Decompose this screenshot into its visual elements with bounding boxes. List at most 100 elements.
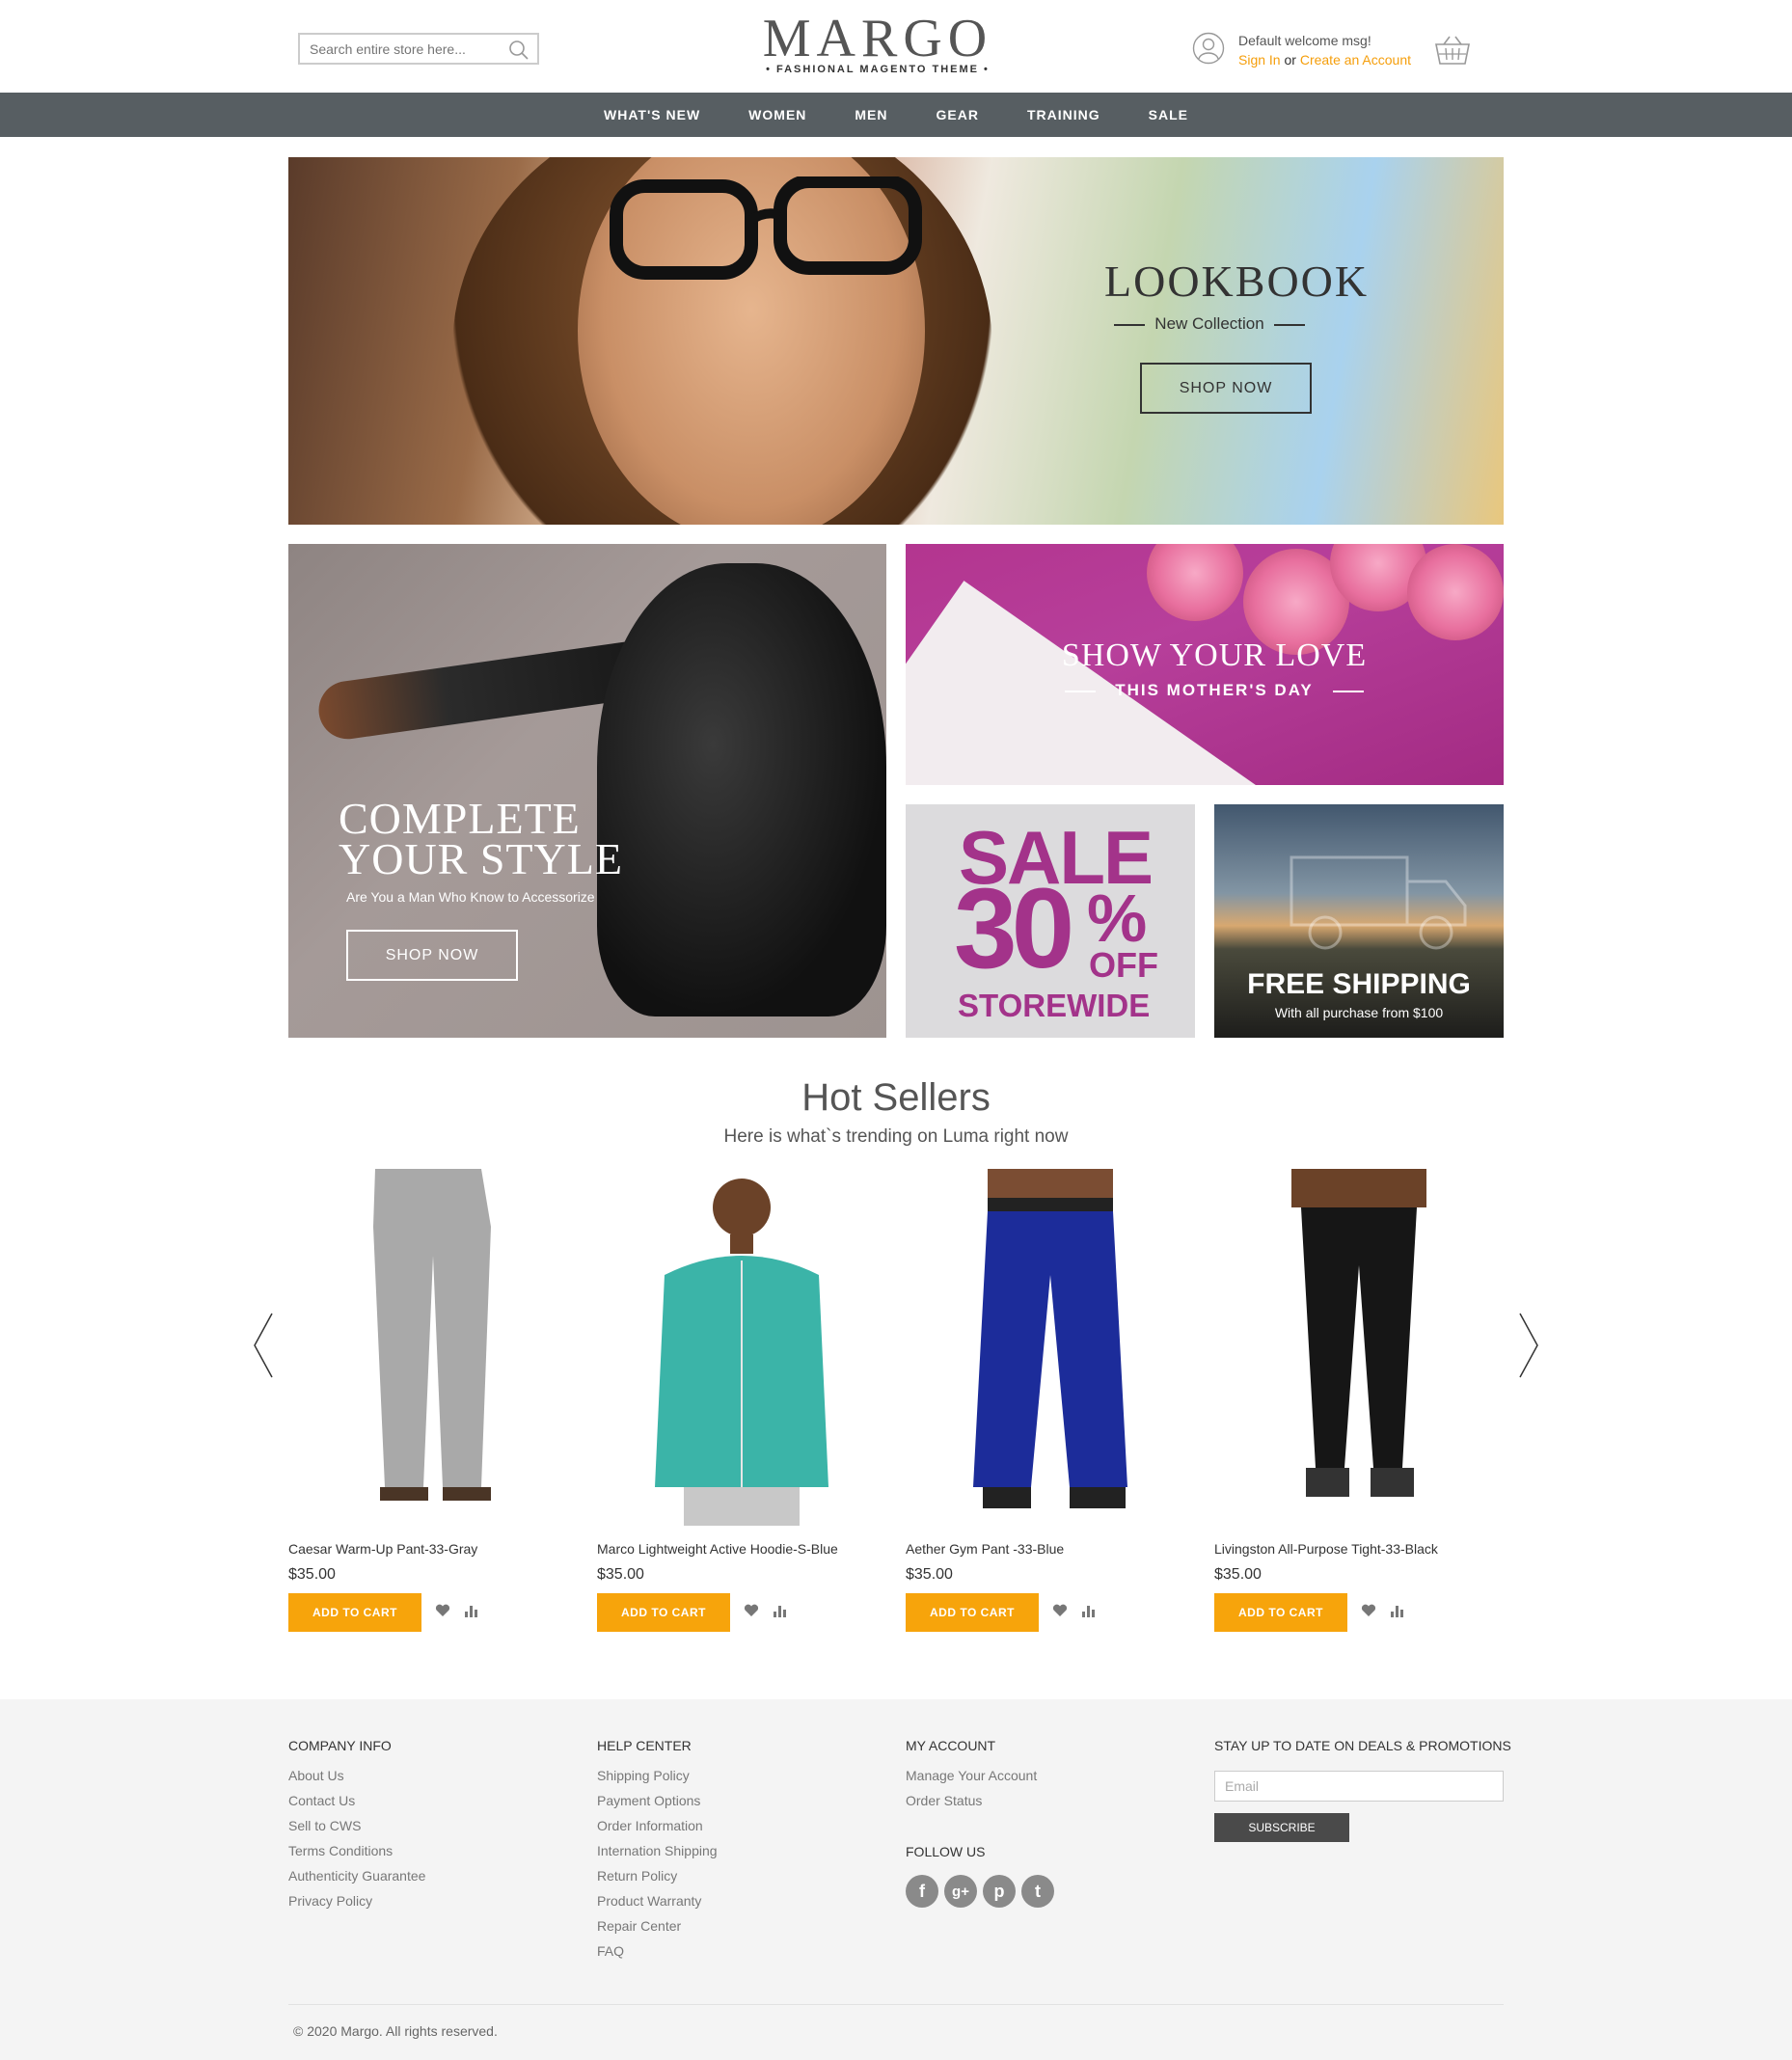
newsletter-heading: STAY UP TO DATE ON DEALS & PROMOTIONS: [1214, 1738, 1511, 1753]
add-to-cart-button[interactable]: ADD TO CART: [1214, 1593, 1347, 1632]
facebook-icon[interactable]: f: [906, 1875, 938, 1908]
product-card: Caesar Warm-Up Pant-33-Gray $35.00 ADD T…: [288, 1169, 578, 1632]
or-text: or: [1284, 52, 1296, 68]
product-price: $35.00: [1214, 1566, 1262, 1583]
product-image[interactable]: [288, 1169, 578, 1526]
wishlist-heart-icon[interactable]: [435, 1604, 450, 1622]
sale-off: OFF: [1089, 945, 1158, 985]
sign-in-link[interactable]: Sign In: [1238, 52, 1281, 68]
footer-heading: MY ACCOUNT: [906, 1738, 996, 1753]
footer-link-warranty[interactable]: Product Warranty: [597, 1888, 718, 1913]
hero-image-glasses: [610, 176, 922, 280]
compare-icon[interactable]: [1081, 1604, 1097, 1622]
footer-link-order-status[interactable]: Order Status: [906, 1788, 1037, 1813]
style-banner[interactable]: COMPLETE YOUR STYLE Are You a Man Who Kno…: [288, 544, 886, 1038]
footer-link-payment[interactable]: Payment Options: [597, 1788, 718, 1813]
compare-icon[interactable]: [1390, 1604, 1405, 1622]
product-price: $35.00: [906, 1566, 953, 1583]
twitter-icon[interactable]: t: [1021, 1875, 1054, 1908]
search-box[interactable]: [298, 33, 539, 65]
product-price: $35.00: [288, 1566, 336, 1583]
product-image[interactable]: [597, 1169, 886, 1526]
product-name[interactable]: Caesar Warm-Up Pant-33-Gray: [288, 1541, 578, 1557]
footer-company-info: COMPANY INFO About Us Contact Us Sell to…: [288, 1738, 425, 1913]
mothers-day-banner[interactable]: SHOW YOUR LOVE THIS MOTHER'S DAY: [906, 544, 1504, 785]
footer-link-sell[interactable]: Sell to CWS: [288, 1813, 425, 1838]
footer-link-shipping-policy[interactable]: Shipping Policy: [597, 1763, 718, 1788]
footer-link-faq[interactable]: FAQ: [597, 1938, 718, 1964]
subscribe-button[interactable]: SUBSCRIBE: [1214, 1813, 1349, 1842]
mothers-day-subtitle: THIS MOTHER'S DAY: [1050, 681, 1378, 700]
main-nav: WHAT'S NEW WOMEN MEN GEAR TRAINING SALE: [0, 93, 1792, 137]
pinterest-icon[interactable]: p: [983, 1875, 1016, 1908]
footer-help-center: HELP CENTER Shipping Policy Payment Opti…: [597, 1738, 718, 1964]
nav-item-gear[interactable]: GEAR: [937, 107, 979, 122]
account-area: Default welcome msg! Sign In or Create a…: [1192, 31, 1411, 69]
user-icon[interactable]: [1192, 32, 1225, 69]
product-price: $35.00: [597, 1566, 644, 1583]
free-shipping-banner[interactable]: FREE SHIPPING With all purchase from $10…: [1214, 804, 1504, 1038]
footer-heading: HELP CENTER: [597, 1738, 692, 1753]
sale-line3: STOREWIDE: [958, 988, 1151, 1023]
hero-title: LOOKBOOK: [1104, 257, 1370, 306]
style-shop-now-button[interactable]: SHOP NOW: [346, 930, 518, 981]
hero-subtitle: New Collection: [1114, 314, 1305, 334]
rose-image: [1407, 544, 1504, 640]
nav-item-sale[interactable]: SALE: [1149, 107, 1188, 122]
cart-icon[interactable]: [1434, 35, 1471, 70]
footer-link-privacy[interactable]: Privacy Policy: [288, 1888, 425, 1913]
footer-link-manage-account[interactable]: Manage Your Account: [906, 1763, 1037, 1788]
footer-link-intl-shipping[interactable]: Internation Shipping: [597, 1838, 718, 1863]
footer-link-return[interactable]: Return Policy: [597, 1863, 718, 1888]
nav-item-women[interactable]: WOMEN: [748, 107, 806, 122]
compare-icon[interactable]: [464, 1604, 479, 1622]
hero-shop-now-button[interactable]: SHOP NOW: [1140, 363, 1312, 414]
product-card: Aether Gym Pant -33-Blue $35.00 ADD TO C…: [906, 1169, 1195, 1632]
add-to-cart-button[interactable]: ADD TO CART: [906, 1593, 1039, 1632]
nav-item-training[interactable]: TRAINING: [1027, 107, 1100, 122]
free-shipping-subtitle: With all purchase from $100: [1274, 1005, 1444, 1020]
newsletter-email-input[interactable]: Email: [1214, 1771, 1504, 1802]
rose-image: [1147, 544, 1243, 621]
compare-icon[interactable]: [773, 1604, 788, 1622]
add-to-cart-button[interactable]: ADD TO CART: [597, 1593, 730, 1632]
footer-link-terms[interactable]: Terms Conditions: [288, 1838, 425, 1863]
product-name[interactable]: Livingston All-Purpose Tight-33-Black: [1214, 1541, 1504, 1557]
footer-heading: COMPANY INFO: [288, 1738, 392, 1753]
logo-subtitle: • FASHIONAL MAGENTO THEME •: [766, 64, 990, 75]
sale-line2: 30: [954, 865, 1074, 992]
sale-banner[interactable]: SALE 30 % OFF STOREWIDE: [906, 804, 1195, 1038]
footer-link-contact[interactable]: Contact Us: [288, 1788, 425, 1813]
search-input[interactable]: [310, 41, 502, 57]
create-account-link[interactable]: Create an Account: [1300, 52, 1411, 68]
google-plus-icon[interactable]: g+: [944, 1875, 977, 1908]
footer-link-authenticity[interactable]: Authenticity Guarantee: [288, 1863, 425, 1888]
wishlist-heart-icon[interactable]: [1361, 1604, 1376, 1622]
carousel-prev-icon[interactable]: [253, 1312, 274, 1384]
product-image[interactable]: [906, 1169, 1195, 1526]
copyright: © 2020 Margo. All rights reserved.: [293, 2023, 498, 2039]
product-card: Livingston All-Purpose Tight-33-Black $3…: [1214, 1169, 1504, 1632]
footer-my-account: MY ACCOUNT Manage Your Account Order Sta…: [906, 1738, 1037, 1813]
footer-newsletter: STAY UP TO DATE ON DEALS & PROMOTIONS: [1214, 1738, 1511, 1763]
logo[interactable]: MARGO • FASHIONAL MAGENTO THEME •: [752, 10, 1003, 75]
wishlist-heart-icon[interactable]: [744, 1604, 759, 1622]
nav-item-men[interactable]: MEN: [855, 107, 887, 122]
carousel-next-icon[interactable]: [1518, 1312, 1539, 1384]
wishlist-heart-icon[interactable]: [1052, 1604, 1068, 1622]
footer-link-repair[interactable]: Repair Center: [597, 1913, 718, 1938]
footer-link-order-info[interactable]: Order Information: [597, 1813, 718, 1838]
product-name[interactable]: Marco Lightweight Active Hoodie-S-Blue: [597, 1541, 886, 1557]
free-shipping-title: FREE SHIPPING: [1247, 968, 1471, 1000]
product-card: Marco Lightweight Active Hoodie-S-Blue $…: [597, 1169, 886, 1632]
nav-item-whats-new[interactable]: WHAT'S NEW: [604, 107, 700, 122]
logo-title: MARGO: [762, 9, 993, 68]
footer-link-about[interactable]: About Us: [288, 1763, 425, 1788]
hot-sellers-subtitle: Here is what`s trending on Luma right no…: [723, 1126, 1069, 1147]
footer: [0, 1699, 1792, 2060]
search-icon[interactable]: [508, 40, 529, 66]
product-name[interactable]: Aether Gym Pant -33-Blue: [906, 1541, 1195, 1557]
product-image[interactable]: [1214, 1169, 1504, 1526]
add-to-cart-button[interactable]: ADD TO CART: [288, 1593, 421, 1632]
hero-banner[interactable]: LOOKBOOK New Collection SHOP NOW: [288, 157, 1504, 525]
